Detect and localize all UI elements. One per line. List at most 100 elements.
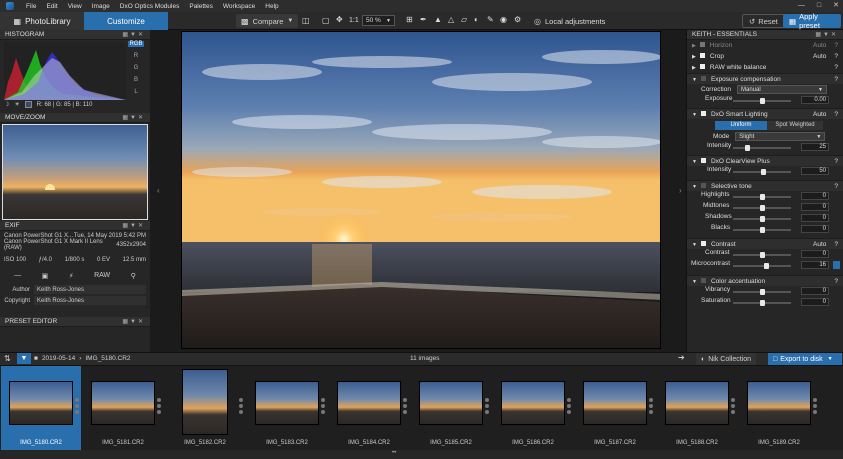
panel-menu-icon[interactable]: ▦▼✕ [815, 31, 838, 38]
saturation-slider[interactable] [733, 300, 791, 306]
clearview-slider[interactable] [733, 169, 791, 175]
horizon-tool-icon[interactable]: ▲ [434, 15, 442, 24]
move-icon[interactable]: ✥ [336, 15, 343, 24]
one-to-one-button[interactable]: 1:1 [349, 17, 359, 24]
intensity-slider[interactable] [733, 145, 791, 151]
midtones-value[interactable]: 0 [801, 203, 829, 211]
panel-menu-icon[interactable]: ▦▼✕ [122, 222, 145, 229]
horizon-row[interactable]: ▶ Horizon Auto? [687, 40, 843, 51]
selective-tone-section[interactable]: ▼ Selective tone ? [687, 180, 843, 191]
exposure-value[interactable]: 0.00 [801, 96, 829, 104]
copyright-field[interactable]: Keith Ross-Jones [34, 296, 146, 305]
channel-l[interactable]: L [128, 89, 144, 95]
channel-rgb[interactable]: RGB [128, 41, 144, 47]
channel-g[interactable]: G [128, 65, 144, 71]
panel-menu-icon[interactable]: ▦▼✕ [122, 114, 145, 121]
thumbnail[interactable]: IMG_5180.CR2 [1, 366, 81, 450]
tab-customize[interactable]: Customize [84, 12, 168, 30]
moon-icon[interactable]: ☽ [4, 101, 9, 108]
exposure-comp-section[interactable]: ▼ Exposure compensation ? [687, 73, 843, 84]
crop-row[interactable]: ▶ Crop Auto? [687, 51, 843, 62]
clearview-value[interactable]: 50 [801, 167, 829, 175]
redeye-icon[interactable]: ◐ [474, 15, 479, 24]
eyedropper-icon[interactable]: ✒ [420, 15, 427, 24]
local-adjustments-button[interactable]: ◎ Local adjustments [534, 14, 605, 28]
vibrancy-slider[interactable] [733, 289, 791, 295]
nik-collection-button[interactable]: ◐ Nik Collection [696, 353, 757, 365]
contrast-slider[interactable] [733, 252, 791, 258]
contrast-section[interactable]: ▼ Contrast Auto? [687, 238, 843, 249]
maximize-icon[interactable]: □ [817, 2, 821, 9]
apply-preset-button[interactable]: ▦ Apply preset [783, 12, 841, 30]
menu-workspace[interactable]: Workspace [223, 3, 255, 10]
highlights-slider[interactable] [733, 194, 791, 200]
sun-icon[interactable]: ☀ [14, 101, 19, 108]
main-photo[interactable] [181, 31, 661, 349]
panel-menu-icon[interactable]: ▦▼✕ [122, 318, 145, 325]
channel-b[interactable]: B [128, 77, 144, 83]
repair-icon[interactable]: ✎ [487, 15, 494, 24]
overlay-icon[interactable]: ⚙ [514, 15, 521, 24]
reshape-icon[interactable]: ▱ [461, 15, 467, 24]
crop-tool-icon[interactable]: ⊞ [406, 15, 413, 24]
eye-icon[interactable]: ◉ [500, 15, 507, 24]
menu-file[interactable]: File [26, 3, 36, 10]
thumbnail[interactable]: IMG_5184.CR2 [329, 366, 409, 450]
microcontrast-value[interactable]: 16 [801, 261, 829, 269]
thumbnail[interactable]: IMG_5188.CR2 [657, 366, 737, 450]
thumbnail[interactable]: IMG_5181.CR2 [83, 366, 163, 450]
export-arrow-icon[interactable]: ➔ [678, 353, 685, 362]
microcontrast-slider[interactable] [733, 263, 791, 269]
close-icon[interactable]: ✕ [833, 1, 839, 9]
menu-image[interactable]: Image [92, 3, 110, 10]
thumbnail[interactable]: IMG_5183.CR2 [247, 366, 327, 450]
highlights-value[interactable]: 0 [801, 192, 829, 200]
mode-select[interactable]: Slight ▼ [735, 132, 826, 141]
blacks-slider[interactable] [733, 227, 791, 233]
shadows-slider[interactable] [733, 216, 791, 222]
smart-lighting-section[interactable]: ▼ DxO Smart Lighting Auto? [687, 108, 843, 119]
thumbnail[interactable]: IMG_5187.CR2 [575, 366, 655, 450]
thumbnail[interactable]: IMG_5185.CR2 [411, 366, 491, 450]
menu-help[interactable]: Help [265, 3, 278, 10]
midtones-slider[interactable] [733, 205, 791, 211]
resize-handle-icon[interactable]: •• [392, 450, 396, 456]
split-view-icon[interactable]: ◫ [302, 16, 310, 25]
perspective-icon[interactable]: △ [448, 15, 454, 24]
panel-menu-icon[interactable]: ▦▼✕ [122, 31, 145, 38]
breadcrumb-folder[interactable]: 2019-05-14 [42, 355, 75, 362]
menu-edit[interactable]: Edit [46, 3, 57, 10]
author-field[interactable]: Keith Ross-Jones [34, 285, 146, 294]
contrast-value[interactable]: 0 [801, 250, 829, 258]
navigator-preview[interactable] [2, 124, 148, 220]
export-to-disk-button[interactable]: □ Export to disk ▼ [768, 353, 842, 365]
uniform-button[interactable]: Uniform [715, 120, 767, 130]
menu-view[interactable]: View [68, 3, 82, 10]
microcontrast-auto-icon[interactable] [833, 261, 840, 269]
reset-button[interactable]: ↺ Reset [742, 14, 785, 28]
clearview-section[interactable]: ▼ DxO ClearView Plus ? [687, 155, 843, 166]
menu-optics-modules[interactable]: DxO Optics Modules [120, 3, 180, 10]
filter-button[interactable]: ▼ [17, 353, 31, 364]
thumbnail[interactable]: IMG_5186.CR2 [493, 366, 573, 450]
zoom-select[interactable]: 50 % ▼ [362, 15, 395, 26]
vibrancy-value[interactable]: 0 [801, 287, 829, 295]
shadows-value[interactable]: 0 [801, 214, 829, 222]
intensity-value[interactable]: 25 [801, 143, 829, 151]
minimize-icon[interactable]: — [798, 2, 805, 9]
filmstrip-scrollbar[interactable]: •• [0, 450, 843, 459]
saturation-value[interactable]: 0 [801, 298, 829, 306]
channel-r[interactable]: R [128, 53, 144, 59]
blacks-value[interactable]: 0 [801, 225, 829, 233]
collapse-right-icon[interactable]: › [679, 186, 682, 195]
compare-button[interactable]: ▩ Compare ▼ [236, 14, 299, 28]
tab-photolibrary[interactable]: ▦ PhotoLibrary [0, 12, 84, 30]
exposure-slider[interactable] [733, 98, 791, 104]
thumbnail[interactable]: IMG_5182.CR2 [165, 366, 245, 450]
sort-icon[interactable]: ⇅ [4, 354, 11, 363]
color-accentuation-section[interactable]: ▼ Color accentuation ? [687, 275, 843, 286]
spot-weighted-button[interactable]: Spot Weighted [767, 120, 823, 130]
thumbnail[interactable]: IMG_5189.CR2 [739, 366, 819, 450]
collapse-left-icon[interactable]: ‹ [157, 186, 160, 195]
fit-screen-icon[interactable]: ▢ [322, 16, 330, 25]
